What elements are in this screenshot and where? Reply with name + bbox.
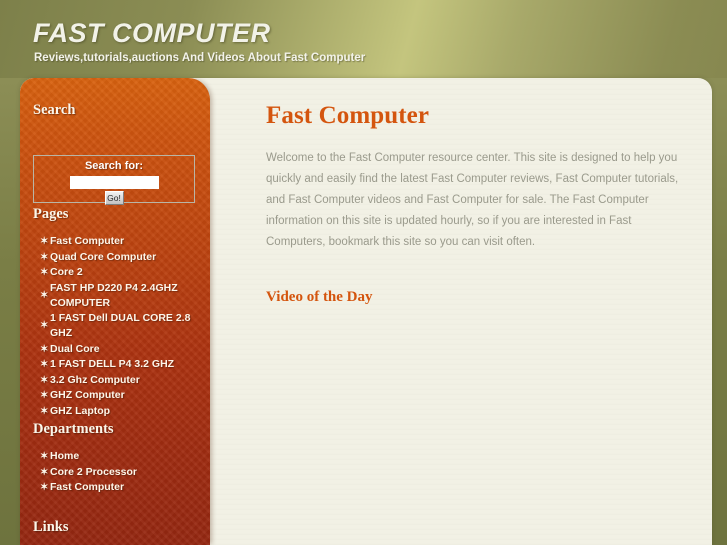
bullet-icon: ✶ bbox=[40, 405, 49, 417]
sidebar-page-item-label: 3.2 Ghz Computer bbox=[50, 373, 140, 386]
sidebar-department-item[interactable]: ✶ Core 2 Processor bbox=[40, 465, 204, 480]
page-title: Fast Computer bbox=[266, 102, 430, 129]
sidebar-page-item[interactable]: ✶ 1 FAST Dell DUAL CORE 2.8 GHZ bbox=[40, 311, 204, 341]
sidebar-department-item[interactable]: ✶ Home bbox=[40, 449, 204, 464]
sidebar-page-item[interactable]: ✶ GHZ Laptop bbox=[40, 404, 204, 419]
sidebar-department-item-label: Fast Computer bbox=[50, 481, 125, 493]
main-content: Fast Computer Welcome to the Fast Comput… bbox=[210, 78, 712, 545]
sidebar-department-item-label: Core 2 Processor bbox=[50, 465, 137, 478]
video-placeholder bbox=[266, 320, 666, 500]
sidebar-page-item-label: 1 FAST DELL P4 3.2 GHZ bbox=[50, 358, 175, 370]
sidebar: Search Search for: Go! Pages ✶ Fast Compu… bbox=[20, 78, 210, 545]
bullet-icon: ✶ bbox=[40, 482, 49, 493]
sidebar-page-item[interactable]: ✶ Core 2 bbox=[40, 265, 204, 280]
bullet-icon: ✶ bbox=[40, 451, 49, 462]
bullet-icon: ✶ bbox=[40, 320, 49, 331]
bullet-icon: ✶ bbox=[40, 267, 49, 278]
sidebar-page-item[interactable]: ✶ 3.2 Ghz Computer bbox=[40, 373, 204, 388]
bullet-icon: ✶ bbox=[40, 374, 49, 386]
sidebar-heading-links: Links bbox=[33, 519, 69, 535]
bullet-icon: ✶ bbox=[40, 251, 49, 263]
sidebar-page-item-label: Dual Core bbox=[50, 342, 100, 355]
bullet-icon: ✶ bbox=[40, 359, 49, 370]
video-of-the-day-heading: Video of the Day bbox=[266, 289, 373, 305]
sidebar-page-item-label: 1 FAST Dell DUAL CORE 2.8 GHZ bbox=[50, 312, 191, 339]
sidebar-page-item-label: Fast Computer bbox=[50, 235, 125, 247]
page-root: FAST COMPUTER Reviews,tutorials,auctions… bbox=[0, 0, 727, 545]
sidebar-page-item-label: GHZ Laptop bbox=[50, 404, 111, 417]
sidebar-page-item[interactable]: ✶ 1 FAST DELL P4 3.2 GHZ bbox=[40, 357, 204, 372]
site-title[interactable]: FAST COMPUTER bbox=[33, 18, 271, 49]
site-tagline: Reviews,tutorials,auctions And Videos Ab… bbox=[34, 52, 366, 64]
content-card: Search Search for: Go! Pages ✶ Fast Compu… bbox=[20, 78, 712, 545]
sidebar-section-search: Search Search for: Go! bbox=[20, 102, 210, 205]
site-header: FAST COMPUTER Reviews,tutorials,auctions… bbox=[0, 0, 727, 78]
bullet-icon: ✶ bbox=[40, 236, 49, 247]
sidebar-pages-list: ✶ Fast Computer ✶ Quad Core Computer ✶ Core 2… bbox=[20, 234, 210, 419]
sidebar-heading-departments: Departments bbox=[33, 421, 114, 437]
sidebar-page-item[interactable]: ✶ Quad Core Computer bbox=[40, 250, 204, 265]
sidebar-department-item[interactable]: ✶ Fast Computer bbox=[40, 480, 204, 495]
sidebar-page-item[interactable]: ✶ Dual Core bbox=[40, 342, 204, 357]
search-go-button[interactable]: Go! bbox=[104, 191, 124, 205]
sidebar-section-departments: Departments ✶ Home ✶ Core 2 Processor ✶ Fast … bbox=[20, 421, 210, 496]
sidebar-page-item-label: FAST HP D220 P4 2.4GHZ COMPUTER bbox=[50, 281, 178, 309]
bullet-icon: ✶ bbox=[40, 390, 49, 401]
intro-paragraph: Welcome to the Fast Computer resource ce… bbox=[266, 152, 679, 248]
bullet-icon: ✶ bbox=[40, 343, 49, 355]
sidebar-page-item-label: Quad Core Computer bbox=[50, 250, 157, 263]
sidebar-page-item[interactable]: ✶ FAST HP D220 P4 2.4GHZ COMPUTER bbox=[40, 281, 204, 311]
sidebar-heading-pages: Pages bbox=[33, 206, 69, 222]
search-label: Search for: bbox=[84, 160, 144, 172]
sidebar-section-pages: Pages ✶ Fast Computer ✶ Quad Core Computer ✶… bbox=[20, 206, 210, 419]
sidebar-page-item[interactable]: ✶ GHZ Computer bbox=[40, 388, 204, 403]
bullet-icon: ✶ bbox=[40, 466, 49, 478]
sidebar-department-item-label: Home bbox=[50, 450, 80, 462]
search-widget: Search for: Go! bbox=[33, 155, 195, 205]
search-input[interactable] bbox=[69, 176, 159, 189]
sidebar-heading-search: Search bbox=[33, 102, 76, 118]
sidebar-page-item-label: Core 2 bbox=[50, 266, 83, 278]
sidebar-departments-list: ✶ Home ✶ Core 2 Processor ✶ Fast Computer bbox=[20, 449, 210, 495]
sidebar-section-links: Links bbox=[20, 519, 210, 545]
sidebar-page-item-label: GHZ Computer bbox=[50, 389, 125, 401]
sidebar-page-item[interactable]: ✶ Fast Computer bbox=[40, 234, 204, 249]
bullet-icon: ✶ bbox=[40, 289, 49, 301]
